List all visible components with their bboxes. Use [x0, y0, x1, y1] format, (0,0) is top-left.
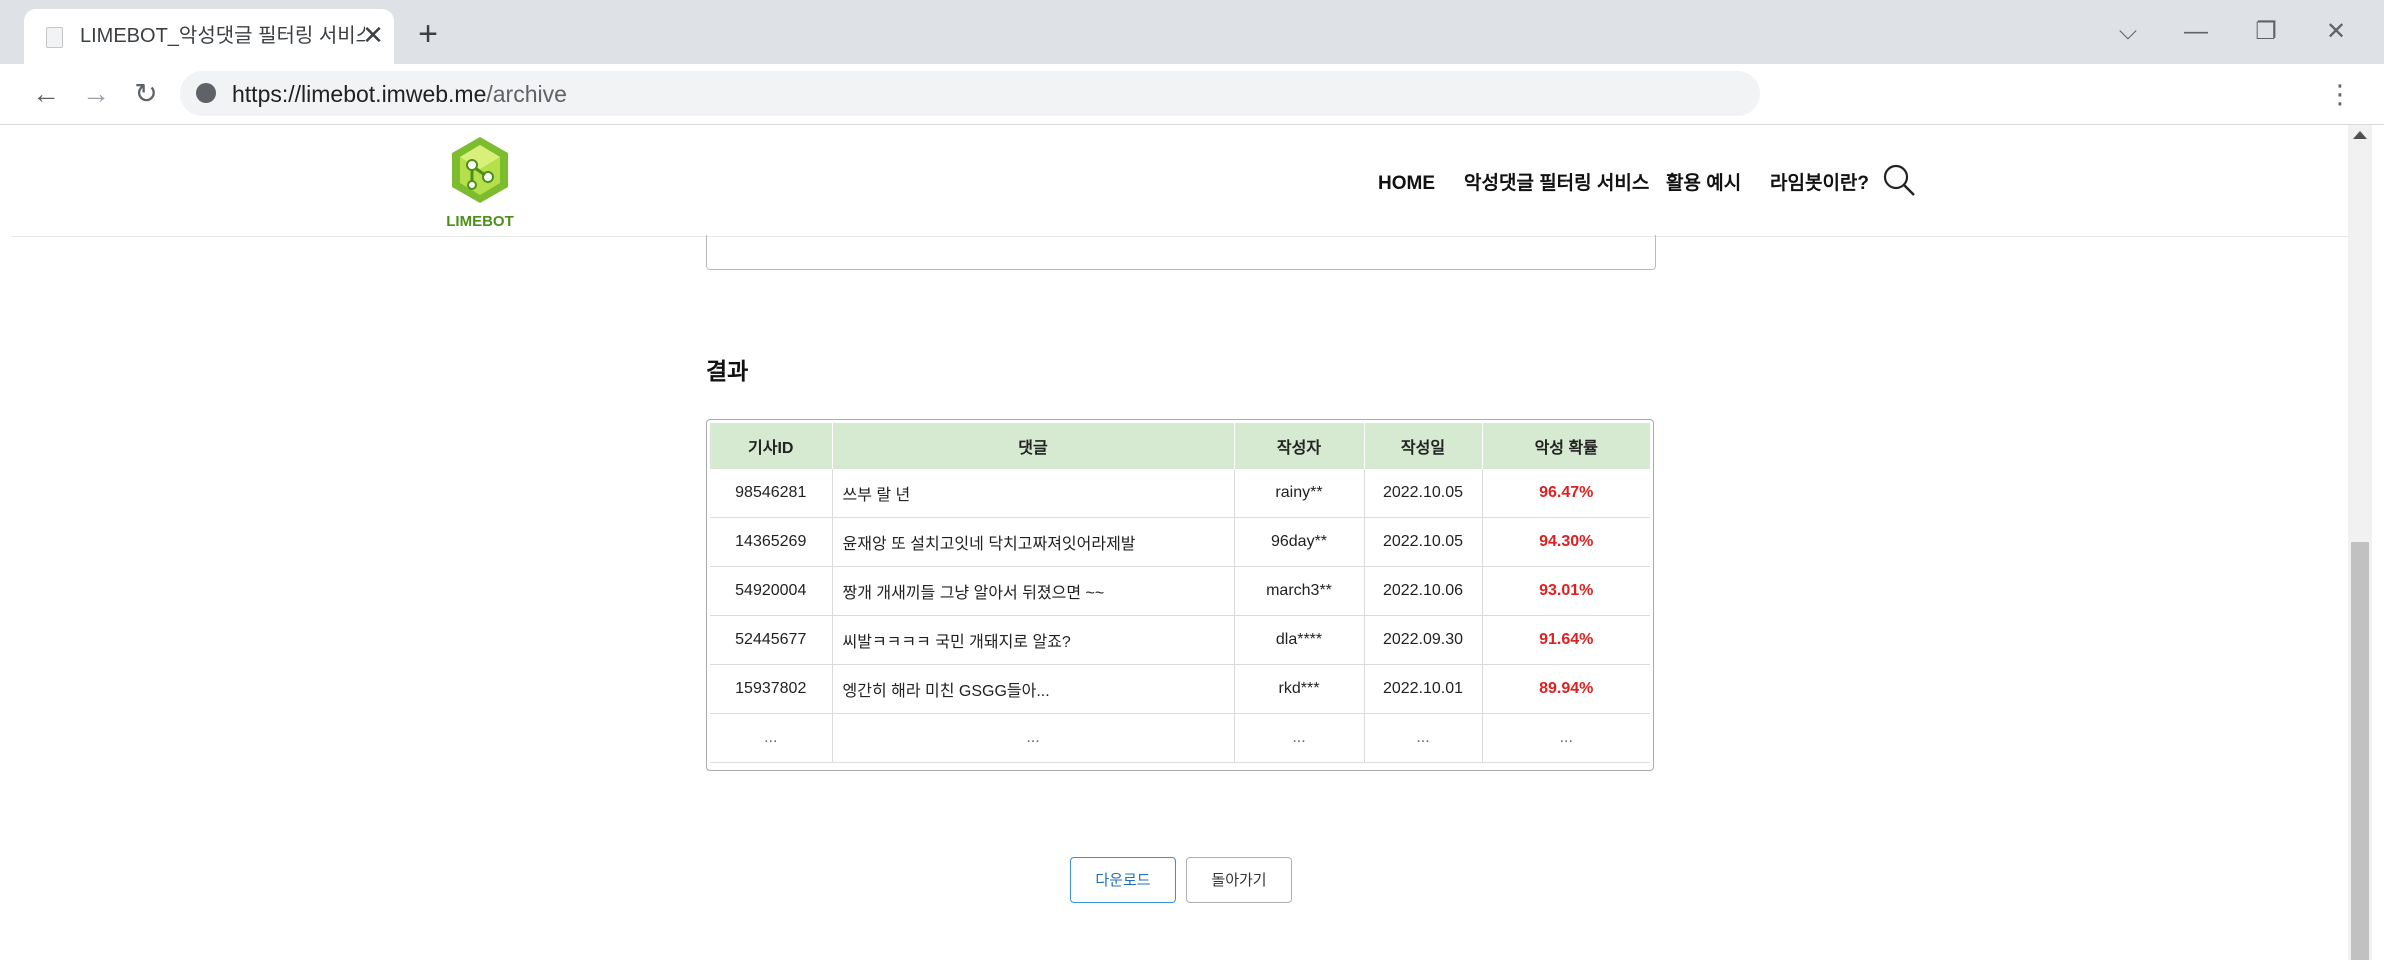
tab-title: LIMEBOT_악성댓글 필터링 서비스 — [80, 25, 365, 47]
cell-probability: 96.47% — [1482, 469, 1650, 518]
tab-close-icon[interactable]: ✕ — [357, 19, 389, 51]
cell-comment: 짱개 개새끼들 그냥 알아서 뒤졌으면 ~~ — [832, 566, 1235, 616]
cell-date: 2022.09.30 — [1364, 615, 1483, 665]
browser-toolbar: ← → ↻ https://limebot.imweb.me/archive ⋮ — [0, 64, 2384, 125]
logo-text: LIMEBOT — [446, 213, 514, 230]
nav-use-cases[interactable]: 활용 예시 — [1666, 169, 1741, 199]
back-arrow-icon[interactable]: ← — [28, 76, 64, 112]
cell-author: rainy** — [1234, 469, 1365, 518]
input-box-bottom-edge — [706, 235, 1656, 270]
cell-article-id: 54920004 — [710, 566, 833, 616]
table-row: 14365269 윤재앙 또 설치고잇네 닥치고짜져잇어라제발 96day** … — [710, 517, 1650, 567]
page-viewport: LIMEBOT HOME 악성댓글 필터링 서비스 활용 예시 라임봇이란? 결… — [12, 125, 2348, 960]
result-table-container: 기사ID 댓글 작성자 작성일 악성 확률 98546281 쓰부 랄 년 ra… — [706, 419, 1654, 771]
header-malicious-probability: 악성 확률 — [1482, 423, 1650, 469]
window-minimize-icon[interactable]: — — [2172, 14, 2220, 50]
scrollbar-thumb[interactable] — [2351, 542, 2369, 960]
reload-icon[interactable]: ↻ — [128, 76, 164, 112]
cell-author: 96day** — [1234, 517, 1365, 567]
cell-ellipsis: ... — [710, 713, 833, 763]
back-button[interactable]: 돌아가기 — [1186, 857, 1292, 903]
forward-arrow-icon[interactable]: → — [78, 76, 114, 112]
cell-comment: 씨발ㅋㅋㅋㅋ 국민 개돼지로 알죠? — [832, 615, 1235, 665]
tab-search-dropdown-icon[interactable]: ⌵ — [2104, 14, 2152, 50]
cell-probability: 91.64% — [1482, 615, 1650, 665]
table-row: 54920004 짱개 개새끼들 그냥 알아서 뒤졌으면 ~~ march3**… — [710, 566, 1650, 616]
site-info-globe-icon[interactable] — [196, 83, 216, 103]
nav-home[interactable]: HOME — [1378, 169, 1435, 199]
address-bar[interactable]: https://limebot.imweb.me/archive — [180, 71, 1760, 116]
url-path: /archive — [486, 81, 567, 107]
cell-probability: 93.01% — [1482, 566, 1650, 616]
cell-ellipsis: ... — [1234, 713, 1365, 763]
table-row-ellipsis: ... ... ... ... ... — [710, 713, 1650, 763]
new-tab-button[interactable]: + — [410, 17, 446, 53]
cell-author: dla**** — [1234, 615, 1365, 665]
download-button[interactable]: 다운로드 — [1070, 857, 1176, 903]
page-scrollbar[interactable] — [2348, 125, 2372, 960]
cell-probability: 89.94% — [1482, 664, 1650, 714]
nav-filtering-service[interactable]: 악성댓글 필터링 서비스 — [1464, 169, 1649, 199]
result-section-title: 결과 — [706, 358, 749, 384]
site-header: LIMEBOT HOME 악성댓글 필터링 서비스 활용 예시 라임봇이란? — [12, 125, 2348, 237]
cell-date: 2022.10.05 — [1364, 517, 1483, 567]
cell-article-id: 52445677 — [710, 615, 833, 665]
cell-comment: 윤재앙 또 설치고잇네 닥치고짜져잇어라제발 — [832, 517, 1235, 567]
url-host: https://limebot.imweb.me — [232, 81, 487, 107]
result-table: 기사ID 댓글 작성자 작성일 악성 확률 98546281 쓰부 랄 년 ra… — [710, 423, 1650, 763]
table-row: 98546281 쓰부 랄 년 rainy** 2022.10.05 96.47… — [710, 469, 1650, 518]
window-close-icon[interactable]: ✕ — [2312, 14, 2360, 50]
header-author: 작성자 — [1234, 423, 1365, 469]
limebot-logo[interactable]: LIMEBOT — [444, 135, 516, 231]
cell-article-id: 98546281 — [710, 469, 833, 518]
cell-comment: 엥간히 해라 미친 GSGG들아... — [832, 664, 1235, 714]
page-favicon-icon — [46, 27, 63, 48]
nav-about-limebot[interactable]: 라임봇이란? — [1770, 169, 1869, 199]
cell-article-id: 15937802 — [710, 664, 833, 714]
scroll-up-arrow-icon[interactable] — [2353, 131, 2367, 139]
browser-tab-active[interactable]: LIMEBOT_악성댓글 필터링 서비스 ✕ — [24, 9, 394, 64]
header-comment: 댓글 — [832, 423, 1235, 469]
cell-author: march3** — [1234, 566, 1365, 616]
browser-tabstrip: LIMEBOT_악성댓글 필터링 서비스 ✕ + ⌵ — ❐ ✕ — [0, 0, 2384, 64]
cell-article-id: 14365269 — [710, 517, 833, 567]
window-restore-icon[interactable]: ❐ — [2242, 14, 2290, 50]
browser-menu-icon[interactable]: ⋮ — [2322, 76, 2358, 112]
cell-ellipsis: ... — [832, 713, 1235, 763]
header-article-id: 기사ID — [710, 423, 833, 469]
cell-date: 2022.10.01 — [1364, 664, 1483, 714]
header-date: 작성일 — [1364, 423, 1483, 469]
address-url[interactable]: https://limebot.imweb.me/archive — [232, 81, 567, 107]
cell-ellipsis: ... — [1364, 713, 1483, 763]
cell-comment: 쓰부 랄 년 — [832, 469, 1235, 518]
limebot-logo-icon — [452, 137, 508, 203]
search-icon[interactable] — [1882, 163, 1916, 197]
cell-probability: 94.30% — [1482, 517, 1650, 567]
cell-date: 2022.10.05 — [1364, 469, 1483, 518]
cell-author: rkd*** — [1234, 664, 1365, 714]
table-header-row: 기사ID 댓글 작성자 작성일 악성 확률 — [710, 423, 1650, 469]
table-row: 15937802 엥간히 해라 미친 GSGG들아... rkd*** 2022… — [710, 664, 1650, 714]
cell-ellipsis: ... — [1482, 713, 1650, 763]
cell-date: 2022.10.06 — [1364, 566, 1483, 616]
table-row: 52445677 씨발ㅋㅋㅋㅋ 국민 개돼지로 알죠? dla**** 2022… — [710, 615, 1650, 665]
